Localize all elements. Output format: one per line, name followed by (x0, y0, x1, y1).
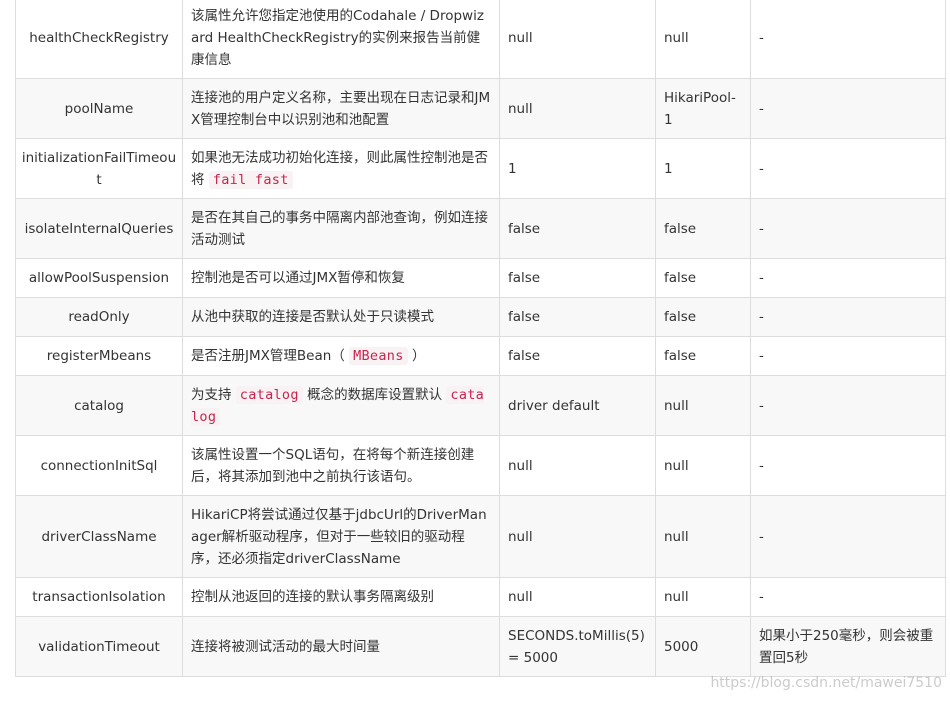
hikari-config-table: healthCheckRegistry 该属性允许您指定池使用的Codahale … (15, 0, 946, 677)
property-name-cell: catalog (15, 375, 183, 436)
description-text: 控制池是否可以通过JMX暂停和恢复 (191, 270, 405, 286)
default-value-cell: null (499, 577, 656, 617)
note-cell: 如果小于250毫秒，则会被重置回5秒 (750, 616, 946, 677)
configured-value-cell: null (655, 577, 751, 617)
note-cell: - (750, 78, 946, 139)
property-description-cell: 该属性允许您指定池使用的Codahale / Dropwizard Health… (182, 0, 500, 79)
description-text: 从池中获取的连接是否默认处于只读模式 (191, 309, 434, 325)
configured-value-cell: HikariPool-1 (655, 78, 751, 139)
description-text: 连接池的用户定义名称，主要出现在日志记录和JMX管理控制台中以识别池和池配置 (191, 89, 491, 128)
default-value-cell: driver default (499, 375, 656, 436)
description-text: HikariCP将尝试通过仅基于jdbcUrl的DriverManager解析驱… (191, 506, 487, 567)
property-description-cell: 从池中获取的连接是否默认处于只读模式 (182, 297, 500, 337)
description-text: 连接将被测试活动的最大时间量 (191, 638, 380, 655)
property-description-cell: 连接将被测试活动的最大时间量 (182, 616, 500, 677)
property-description-cell: 为支持 catalog 概念的数据库设置默认 catalog (182, 375, 500, 436)
note-cell: - (750, 375, 946, 436)
table-row: validationTimeout 连接将被测试活动的最大时间量 SECONDS.t… (15, 616, 946, 677)
property-description-cell: 是否在其自己的事务中隔离内部池查询，例如连接活动测试 (182, 198, 500, 259)
property-name-cell: readOnly (15, 297, 183, 337)
property-description-cell: 该属性设置一个SQL语句，在将每个新连接创建后，将其添加到池中之前执行该语句。 (182, 435, 500, 496)
configured-value-cell: false (655, 198, 751, 259)
default-value-cell: false (499, 258, 656, 298)
description-text: 概念的数据库设置默认 (302, 386, 447, 403)
description-text: ） (407, 348, 426, 364)
table-row: catalog 为支持 catalog 概念的数据库设置默认 catalog dri… (15, 375, 946, 436)
default-value-cell: null (499, 0, 656, 79)
note-cell: - (750, 336, 946, 376)
note-cell: - (750, 577, 946, 617)
note-cell: - (750, 258, 946, 298)
table-row: poolName 连接池的用户定义名称，主要出现在日志记录和JMX管理控制台中以识… (15, 78, 946, 139)
configured-value-cell: null (655, 375, 751, 436)
property-description-cell: 是否注册JMX管理Bean（ MBeans ） (182, 336, 500, 376)
table-row: allowPoolSuspension 控制池是否可以通过JMX暂停和恢复 fals… (15, 258, 946, 298)
watermark: https://blog.csdn.net/mawei7510 (710, 675, 942, 691)
description-text: 为支持 (191, 386, 236, 403)
property-name-cell: registerMbeans (15, 336, 183, 376)
description-text: 是否在其自己的事务中隔离内部池查询，例如连接活动测试 (191, 209, 488, 248)
configured-value-cell: false (655, 336, 751, 376)
configured-value-cell: false (655, 297, 751, 337)
table-row: initializationFailTimeout 如果池无法成功初始化连接，则此… (15, 138, 946, 199)
default-value-cell: SECONDS.toMillis(5) = 5000 (499, 616, 656, 677)
config-table-wrapper: healthCheckRegistry 该属性允许您指定池使用的Codahale … (15, 0, 946, 677)
configured-value-cell: null (655, 495, 751, 578)
note-cell: - (750, 138, 946, 199)
description-text: 该属性设置一个SQL语句，在将每个新连接创建后，将其添加到池中之前执行该语句。 (191, 446, 475, 485)
property-description-cell: 控制从池返回的连接的默认事务隔离级别 (182, 577, 500, 617)
description-text: 是否注册JMX管理Bean（ (191, 348, 350, 364)
property-description-cell: 控制池是否可以通过JMX暂停和恢复 (182, 258, 500, 298)
default-value-cell: false (499, 336, 656, 376)
property-name-cell: connectionInitSql (15, 435, 183, 496)
note-cell: - (750, 198, 946, 259)
note-cell: - (750, 435, 946, 496)
property-name-cell: isolateInternalQueries (15, 198, 183, 259)
configured-value-cell: 1 (655, 138, 751, 199)
table-row: driverClassName HikariCP将尝试通过仅基于jdbcUrl的D… (15, 495, 946, 578)
property-name-cell: transactionIsolation (15, 577, 183, 617)
default-value-cell: false (499, 198, 656, 259)
table-row: isolateInternalQueries 是否在其自己的事务中隔离内部池查询，… (15, 198, 946, 259)
note-cell: - (750, 297, 946, 337)
default-value-cell: 1 (499, 138, 656, 199)
description-text: 该属性允许您指定池使用的Codahale / Dropwizard Health… (191, 7, 484, 68)
property-name-cell: allowPoolSuspension (15, 258, 183, 298)
configured-value-cell: null (655, 435, 751, 496)
inline-code: fail fast (208, 170, 293, 189)
default-value-cell: null (499, 435, 656, 496)
property-name-cell: driverClassName (15, 495, 183, 578)
property-name-cell: initializationFailTimeout (15, 138, 183, 199)
property-name-cell: validationTimeout (15, 616, 183, 677)
note-cell: - (750, 495, 946, 578)
note-cell: - (750, 0, 946, 79)
default-value-cell: null (499, 495, 656, 578)
property-name-cell: healthCheckRegistry (15, 0, 183, 79)
property-description-cell: HikariCP将尝试通过仅基于jdbcUrl的DriverManager解析驱… (182, 495, 500, 578)
configured-value-cell: null (655, 0, 751, 79)
inline-code: catalog (235, 385, 303, 404)
table-row: connectionInitSql 该属性设置一个SQL语句，在将每个新连接创建后… (15, 435, 946, 496)
configured-value-cell: false (655, 258, 751, 298)
table-body: healthCheckRegistry 该属性允许您指定池使用的Codahale … (15, 0, 946, 677)
description-text: 控制从池返回的连接的默认事务隔离级别 (191, 589, 434, 605)
table-row: readOnly 从池中获取的连接是否默认处于只读模式 false false - (15, 297, 946, 337)
table-row: registerMbeans 是否注册JMX管理Bean（ MBeans ） fal… (15, 336, 946, 376)
default-value-cell: null (499, 78, 656, 139)
property-description-cell: 连接池的用户定义名称，主要出现在日志记录和JMX管理控制台中以识别池和池配置 (182, 78, 500, 139)
table-row: healthCheckRegistry 该属性允许您指定池使用的Codahale … (15, 0, 946, 79)
property-description-cell: 如果池无法成功初始化连接，则此属性控制池是否将 fail fast (182, 138, 500, 199)
property-name-cell: poolName (15, 78, 183, 139)
inline-code: MBeans (349, 347, 408, 365)
default-value-cell: false (499, 297, 656, 337)
table-row: transactionIsolation 控制从池返回的连接的默认事务隔离级别 nu… (15, 577, 946, 617)
configured-value-cell: 5000 (655, 616, 751, 677)
